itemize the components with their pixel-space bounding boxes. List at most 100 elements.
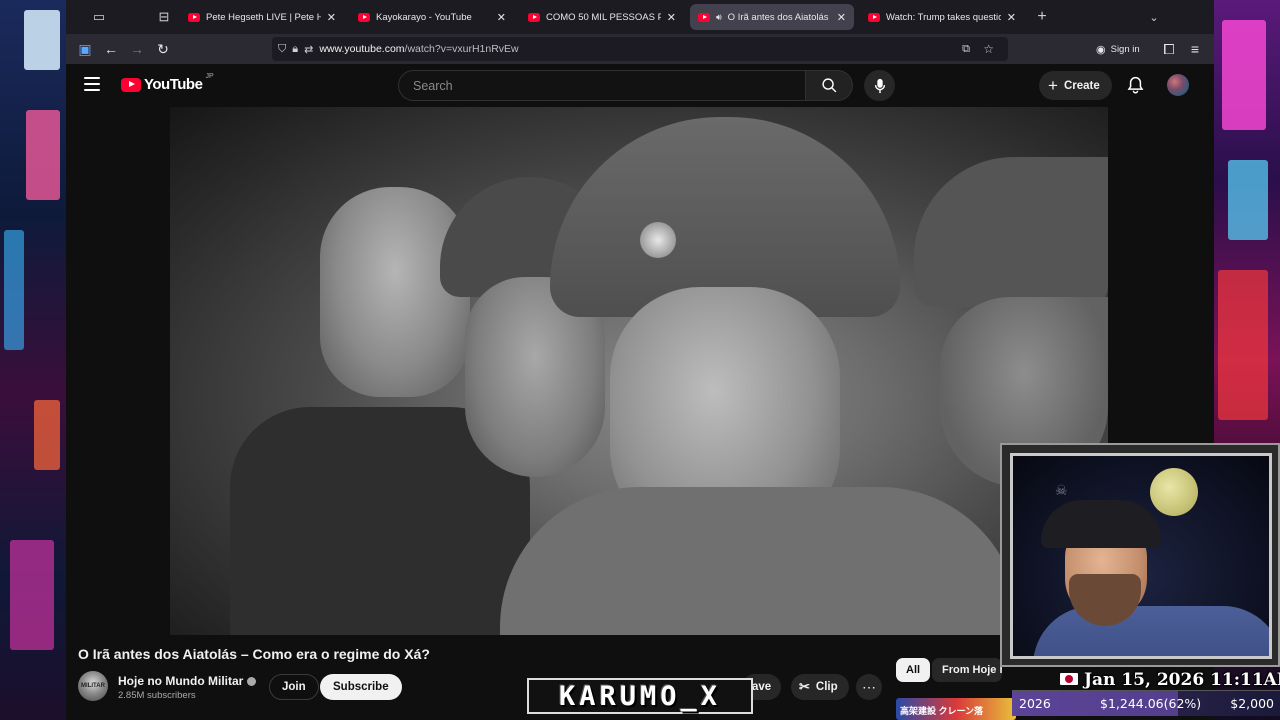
youtube-logo-text: YouTube — [144, 76, 203, 93]
picture-in-picture-icon[interactable]: ⧉ — [962, 43, 970, 56]
neon-sign — [10, 540, 54, 650]
neon-sign — [24, 10, 60, 70]
neon-sign — [1228, 160, 1268, 240]
close-tab-icon[interactable]: ✕ — [1007, 11, 1016, 24]
clip-label: Clip — [815, 681, 838, 693]
photo-figure-uniforms — [500, 487, 1020, 635]
tracking-shield-icon[interactable]: ⛉ — [278, 43, 286, 56]
chip-all[interactable]: All — [896, 658, 931, 682]
donation-goal-bar: 2026 $1,244.06(62%) $2,000 — [1012, 690, 1280, 716]
browser-tab-1[interactable]: Pete Hegseth LIVE | Pete Hegse ✕ — [180, 4, 344, 30]
more-actions-icon[interactable]: ⋯ — [856, 674, 882, 700]
tab-title: Kayokarayo - YouTube — [376, 11, 472, 23]
firefox-account-signin[interactable]: ◉ Sign in — [1096, 39, 1140, 59]
verified-badge-icon — [247, 676, 257, 686]
save-label: ave — [752, 681, 772, 693]
create-button[interactable]: + Create — [1039, 71, 1112, 100]
list-all-tabs-chevron-icon[interactable]: ⌄ — [1140, 6, 1168, 28]
subscribe-button[interactable]: Subscribe — [320, 674, 402, 700]
video-player[interactable] — [170, 107, 1108, 635]
browser-tab-2[interactable]: Kayokarayo - YouTube ✕ — [350, 4, 514, 30]
channel-name: Hoje no Mundo Militar — [118, 674, 244, 688]
close-tab-icon[interactable]: ✕ — [497, 11, 506, 24]
channel-name-link[interactable]: Hoje no Mundo Militar — [118, 674, 257, 688]
browser-tab-bar: ▭ ⊟ Pete Hegseth LIVE | Pete Hegse ✕ Kay… — [66, 0, 1214, 34]
search-icon — [821, 78, 836, 93]
bell-icon — [1127, 76, 1143, 94]
japan-flag-icon — [1060, 673, 1078, 685]
recommended-thumbnail[interactable]: 高架建設 クレーン落 — [896, 698, 1016, 720]
recommended-thumbnail-text: 高架建設 クレーン落 — [900, 706, 984, 716]
search-input[interactable] — [413, 78, 805, 93]
neon-sign — [1222, 20, 1266, 130]
tab-title: Watch: Trump takes questions, c — [886, 11, 1001, 23]
youtube-favicon-icon — [698, 12, 710, 22]
notifications-button[interactable] — [1124, 74, 1146, 96]
sidebar-toggle-icon[interactable]: ▭ — [84, 6, 114, 28]
create-label: Create — [1063, 79, 1100, 92]
youtube-logo[interactable]: YouTube JP — [121, 73, 214, 93]
close-tab-icon[interactable]: ✕ — [837, 11, 846, 24]
chip-from-channel[interactable]: From Hoje n — [932, 658, 1002, 682]
speaker-icon[interactable]: 🔊︎ — [716, 12, 722, 23]
browser-tab-5[interactable]: Watch: Trump takes questions, c ✕ — [860, 4, 1024, 30]
url-text[interactable]: www.youtube.com/watch?v=vxurH1nRvEw — [319, 43, 518, 55]
close-tab-icon[interactable]: ✕ — [327, 11, 336, 24]
video-title: O Irã antes dos Aiatolás – Como era o re… — [78, 646, 430, 662]
subscriber-count: 2.85M subscribers — [118, 690, 196, 701]
youtube-favicon-icon — [358, 12, 370, 22]
user-avatar[interactable] — [1167, 74, 1189, 96]
join-button[interactable]: Join — [269, 674, 319, 700]
search-box[interactable] — [398, 70, 806, 101]
neon-sign — [26, 110, 60, 200]
url-path: /watch?v=vxurH1nRvEw — [404, 43, 519, 55]
back-arrow-icon[interactable]: ← — [98, 36, 124, 62]
bookmark-star-icon[interactable]: ☆ — [983, 42, 994, 56]
goal-year: 2026 — [1019, 696, 1051, 711]
webcam-feed: ☠ — [1010, 453, 1272, 659]
streamer-cap — [1041, 500, 1161, 548]
goal-target-amount: $2,000 — [1230, 696, 1274, 711]
neon-sign — [34, 400, 60, 470]
screen: ▭ ⊟ Pete Hegseth LIVE | Pete Hegse ✕ Kay… — [0, 0, 1280, 720]
extensions-icon[interactable]: ⧠ — [1156, 36, 1182, 62]
address-bar[interactable]: ⛉ 🔒︎ ⇄ www.youtube.com/watch?v=vxurH1nRv… — [272, 37, 1008, 61]
goal-current-amount: $1,244.06(62%) — [1100, 696, 1202, 711]
clip-button[interactable]: ✂ Clip — [791, 674, 849, 700]
reload-icon[interactable]: ↻ — [150, 36, 176, 62]
forward-arrow-icon[interactable]: → — [124, 36, 150, 62]
browser-nav-bar: ▣ ← → ↻ ⛉ 🔒︎ ⇄ www.youtube.com/watch?v=v… — [66, 34, 1214, 64]
sidebar-icon[interactable]: ▣ — [72, 36, 98, 62]
channel-avatar-text: MILITAR — [81, 683, 105, 689]
browser-tab-4-active[interactable]: 🔊︎ O Irã antes dos Aiatolás – C ✕ — [690, 4, 854, 30]
moon-decoration — [1150, 468, 1198, 516]
tab-title: COMO 50 MIL PESSOAS PERDI — [546, 11, 661, 23]
plus-icon: + — [1048, 76, 1058, 95]
streamer-tag: KARUMO_X — [558, 680, 722, 712]
channel-avatar[interactable]: MILITAR — [78, 671, 108, 701]
webcam-overlay: ☠ — [1000, 443, 1280, 667]
menu-hamburger-icon[interactable]: ≡ — [1182, 36, 1208, 62]
url-domain: www.youtube.com — [319, 43, 405, 55]
youtube-masthead: YouTube JP + Create — [66, 64, 1214, 107]
signin-label: Sign in — [1110, 43, 1140, 55]
tab-title: Pete Hegseth LIVE | Pete Hegse — [206, 11, 321, 23]
new-tab-plus-icon[interactable]: + — [1028, 6, 1056, 28]
background-left-neon — [0, 0, 66, 720]
browser-tab-3[interactable]: COMO 50 MIL PESSOAS PERDI ✕ — [520, 4, 684, 30]
account-icon: ◉ — [1096, 43, 1106, 56]
youtube-favicon-icon — [868, 12, 880, 22]
guide-menu-icon[interactable] — [84, 77, 100, 91]
tab-overview-icon[interactable]: ⊟ — [150, 6, 178, 28]
permissions-icon[interactable]: ⇄ — [304, 43, 313, 56]
microphone-icon — [874, 78, 885, 93]
voice-search-button[interactable] — [864, 70, 895, 101]
youtube-favicon-icon — [528, 12, 540, 22]
close-tab-icon[interactable]: ✕ — [667, 11, 676, 24]
streamer-name-overlay: KARUMO_X — [527, 678, 753, 714]
tab-title: O Irã antes dos Aiatolás – C — [727, 11, 831, 23]
search-button[interactable] — [806, 70, 853, 101]
lock-icon[interactable]: 🔒︎ — [292, 43, 298, 56]
skull-icon: ☠ — [1055, 482, 1068, 498]
youtube-logo-icon — [121, 77, 141, 92]
